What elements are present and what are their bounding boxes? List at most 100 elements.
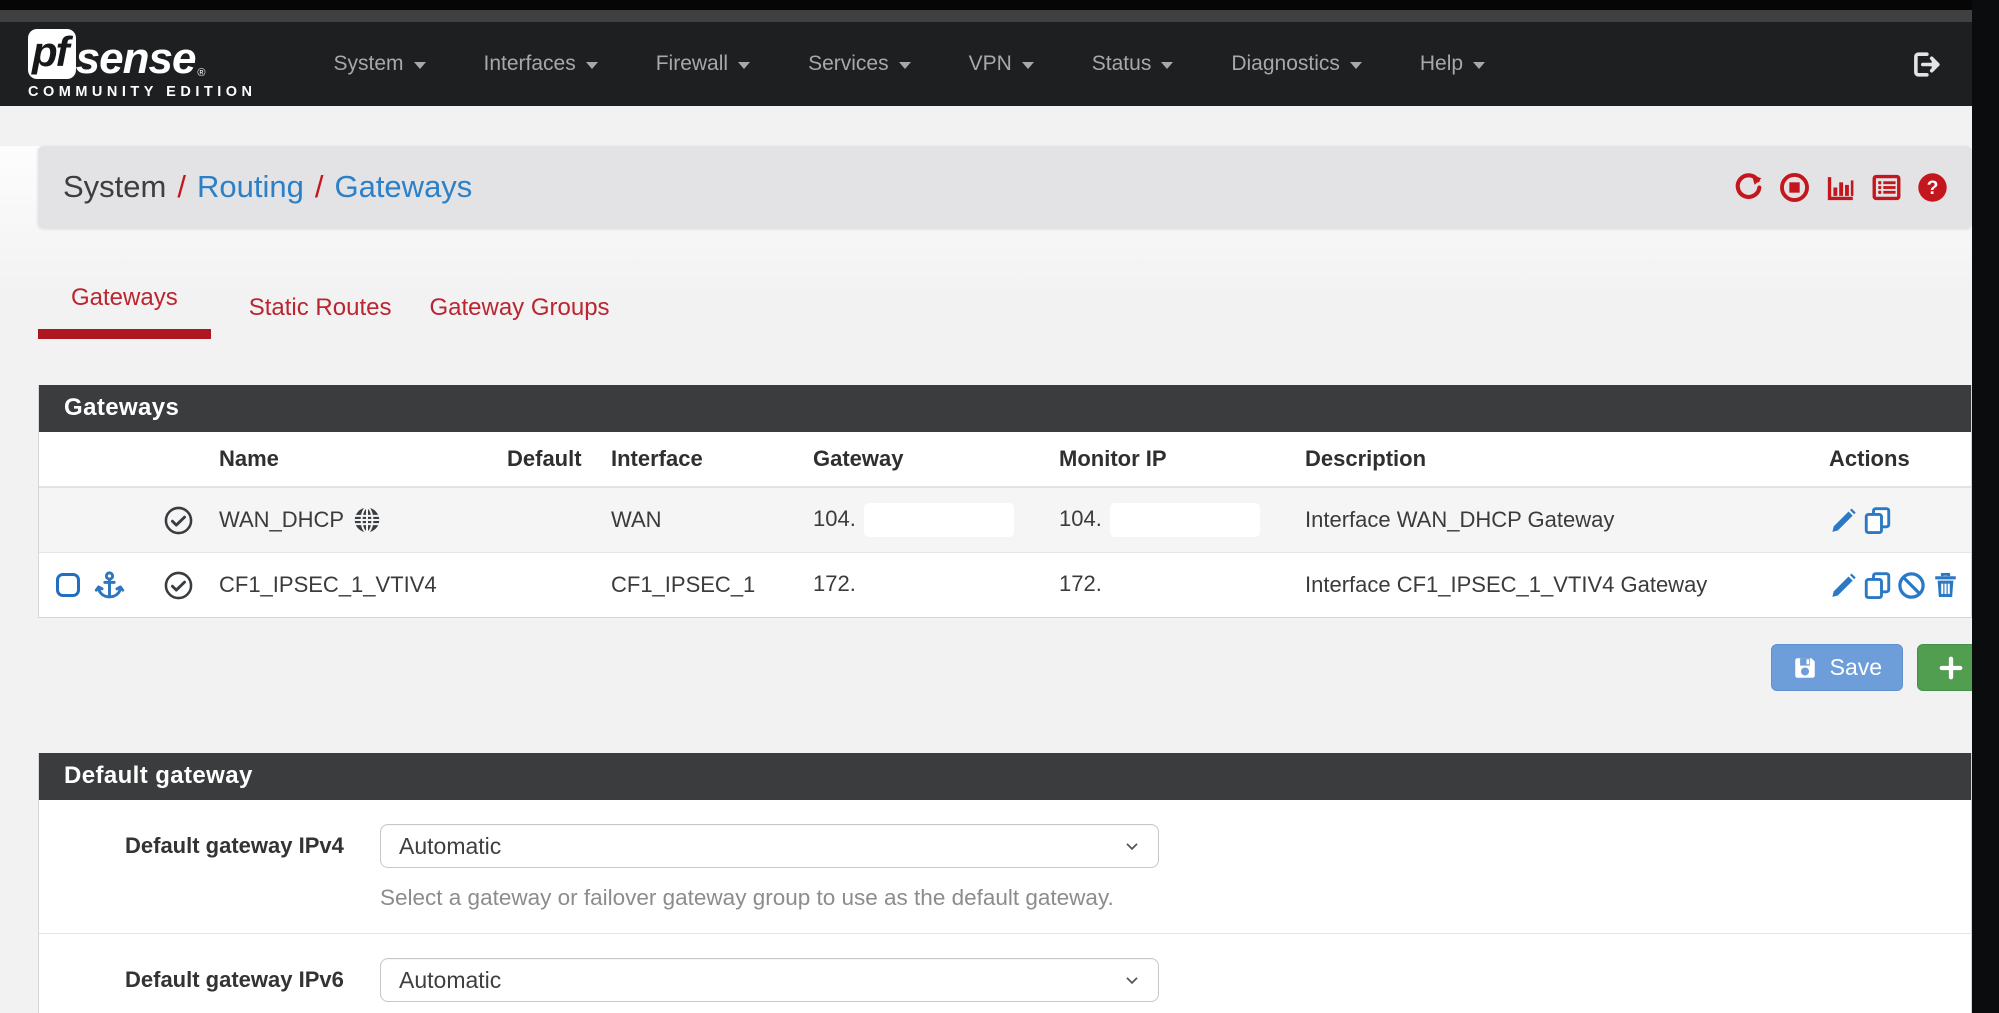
breadcrumb-routing-link[interactable]: Routing	[197, 169, 304, 205]
default-gateway-ipv6-select[interactable]: Automatic	[380, 958, 1159, 1002]
gateway-address: 104.	[813, 506, 856, 531]
tab-gateway-groups[interactable]: Gateway Groups	[429, 294, 609, 339]
default-gateway-ipv4-select[interactable]: Automatic	[380, 824, 1159, 868]
chevron-down-icon	[899, 62, 911, 69]
form-row-ipv4: Default gateway IPv4 Automatic Select a …	[39, 800, 1971, 933]
save-floppy-icon	[1792, 655, 1818, 681]
col-interface: Interface	[601, 432, 803, 487]
stop-icon[interactable]	[1779, 172, 1810, 203]
gateways-table: Name Default Interface Gateway Monitor I…	[39, 432, 1971, 617]
sign-out-button[interactable]	[1909, 48, 1942, 81]
chevron-down-icon	[1022, 62, 1034, 69]
plus-icon	[1938, 655, 1964, 681]
chevron-down-icon	[1473, 62, 1485, 69]
default-gateway-ipv4-label: Default gateway IPv4	[39, 824, 380, 919]
col-actions: Actions	[1819, 432, 1971, 487]
form-row-ipv6: Default gateway IPv6 Automatic Select a …	[39, 933, 1971, 1013]
breadcrumb-gateways-link[interactable]: Gateways	[334, 169, 472, 205]
menu-system[interactable]: System	[304, 22, 454, 106]
browser-page: pf sense ® COMMUNITY EDITION System Inte…	[0, 0, 1972, 1013]
edit-icon[interactable]	[1829, 571, 1858, 600]
chevron-down-icon	[1350, 62, 1362, 69]
select-checkbox-icon[interactable]	[56, 573, 80, 597]
window-top-strip	[0, 0, 1972, 10]
table-row: WAN_DHCP	[39, 487, 1971, 553]
delete-icon[interactable]	[1931, 571, 1960, 600]
chevron-down-icon	[738, 62, 750, 69]
copy-icon[interactable]	[1863, 571, 1892, 600]
monitor-ip: 172.	[1059, 571, 1102, 596]
table-header-row: Name Default Interface Gateway Monitor I…	[39, 432, 1971, 487]
community-edition-label: COMMUNITY EDITION	[28, 84, 256, 100]
add-button[interactable]: Add	[1917, 644, 1972, 691]
page-tabs: Gateways Static Routes Gateway Groups	[38, 284, 1972, 339]
col-monitor-ip: Monitor IP	[1049, 432, 1295, 487]
menu-services[interactable]: Services	[779, 22, 940, 106]
col-gateway: Gateway	[803, 432, 1049, 487]
tab-static-routes[interactable]: Static Routes	[249, 294, 392, 339]
menu-help[interactable]: Help	[1391, 22, 1514, 106]
menu-interfaces[interactable]: Interfaces	[455, 22, 627, 106]
navbar-menu: System Interfaces Firewall Services VPN …	[304, 22, 1909, 106]
menu-diagnostics[interactable]: Diagnostics	[1202, 22, 1391, 106]
default-gateway-globe-icon	[353, 506, 381, 534]
refresh-icon[interactable]	[1733, 172, 1764, 203]
col-default: Default	[497, 432, 601, 487]
chevron-down-icon	[414, 62, 426, 69]
gateway-interface: CF1_IPSEC_1	[601, 553, 803, 618]
sign-out-icon	[1909, 48, 1942, 81]
disable-icon[interactable]	[1897, 571, 1926, 600]
edit-icon[interactable]	[1829, 506, 1858, 535]
button-row: Save Add	[0, 644, 1972, 691]
breadcrumb-separator: /	[177, 169, 186, 205]
svg-text:?: ?	[1927, 177, 1939, 199]
col-description: Description	[1295, 432, 1819, 487]
monitor-ip: 104.	[1059, 506, 1102, 531]
chevron-down-icon	[586, 62, 598, 69]
menu-firewall[interactable]: Firewall	[627, 22, 779, 106]
help-icon[interactable]: ?	[1917, 172, 1948, 203]
log-icon[interactable]	[1871, 172, 1902, 203]
breadcrumb: System / Routing / Gateways	[38, 146, 1972, 228]
gateway-name: CF1_IPSEC_1_VTIV4	[209, 553, 497, 618]
chevron-down-icon	[1161, 62, 1173, 69]
default-gateway-panel-title: Default gateway	[39, 753, 1971, 800]
menu-vpn[interactable]: VPN	[940, 22, 1063, 106]
default-gateway-ipv6-label: Default gateway IPv6	[39, 958, 380, 1013]
gateway-default	[497, 487, 601, 553]
gateway-name: WAN_DHCP	[219, 507, 344, 533]
gateway-interface: WAN	[601, 487, 803, 553]
gateway-enabled-icon	[164, 571, 193, 600]
breadcrumb-separator: /	[315, 169, 324, 205]
chevron-down-icon	[1122, 970, 1142, 990]
top-navbar: pf sense ® COMMUNITY EDITION System Inte…	[0, 22, 1972, 106]
save-button[interactable]: Save	[1771, 644, 1903, 691]
tab-gateways[interactable]: Gateways	[38, 284, 211, 339]
gateways-panel-title: Gateways	[39, 385, 1971, 432]
gateway-description: Interface WAN_DHCP Gateway	[1295, 487, 1819, 553]
gateway-address: 172.	[813, 571, 856, 596]
chart-icon[interactable]	[1825, 172, 1856, 203]
gateway-default	[497, 553, 601, 618]
page-content: System / Routing / Gateways	[0, 146, 1972, 1013]
gateway-description: Interface CF1_IPSEC_1_VTIV4 Gateway	[1295, 553, 1819, 618]
pfsense-logo[interactable]: pf sense ® COMMUNITY EDITION	[28, 29, 256, 100]
copy-icon[interactable]	[1863, 506, 1892, 535]
gateways-panel: Gateways Name Default Interface Gateway …	[38, 385, 1972, 618]
redacted-ip	[864, 503, 1014, 537]
anchor-icon	[94, 570, 125, 601]
gateway-enabled-icon	[164, 506, 193, 535]
redacted-ip	[864, 568, 1014, 602]
menu-status[interactable]: Status	[1063, 22, 1203, 106]
registered-mark: ®	[197, 67, 205, 79]
col-name: Name	[209, 432, 497, 487]
ipv4-help-text: Select a gateway or failover gateway gro…	[380, 885, 1240, 919]
pfsense-logo-pf: pf	[28, 29, 76, 79]
breadcrumb-system: System	[63, 169, 166, 205]
page-action-icons: ?	[1733, 172, 1948, 203]
table-row: CF1_IPSEC_1_VTIV4 CF1_IPSEC_1 172. 172. …	[39, 553, 1971, 618]
redacted-ip	[1110, 568, 1260, 602]
redacted-ip	[1110, 503, 1260, 537]
chevron-down-icon	[1122, 836, 1142, 856]
default-gateway-panel: Default gateway Default gateway IPv4 Aut…	[38, 753, 1972, 1013]
